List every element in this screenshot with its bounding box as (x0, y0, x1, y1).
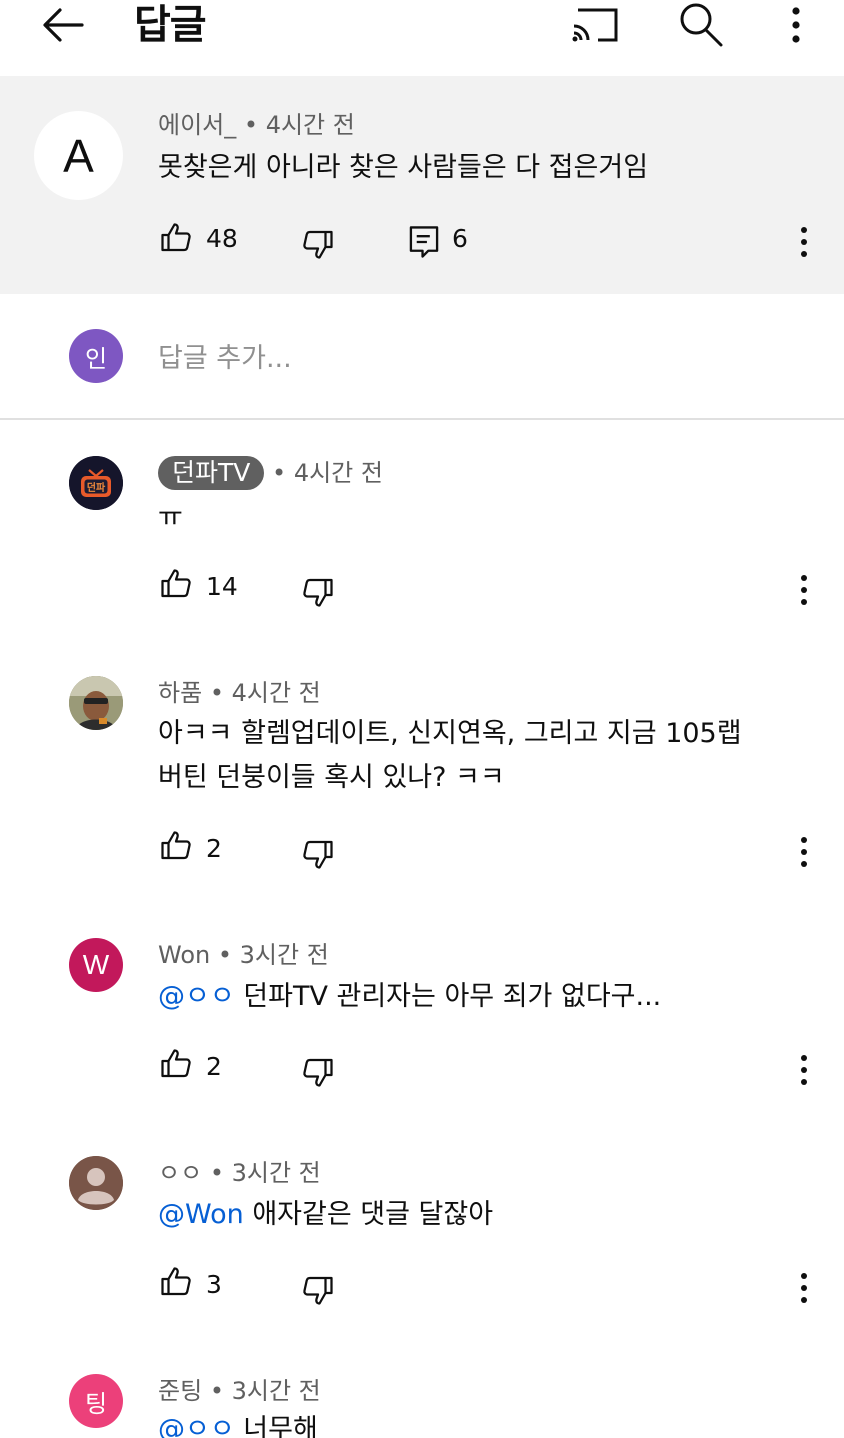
mention-link[interactable]: @Won (158, 1199, 244, 1230)
add-reply-bar: 인 (0, 294, 844, 420)
user-photo-icon (69, 676, 123, 730)
comment-text: @ㅇㅇ 너무해 (158, 1408, 318, 1438)
comment-author[interactable]: 준팅 (158, 1377, 202, 1405)
thumb-up-icon (161, 831, 191, 860)
comment-time: 4시간 전 (231, 679, 321, 707)
search-icon (680, 3, 723, 47)
more-vertical-icon (801, 227, 807, 257)
meta-separator: • (209, 1159, 224, 1187)
comment-time: 3시간 전 (239, 941, 329, 969)
comment-text-line: 아ㅋㅋ 할렘업데이트, 신지연옥, 그리고 지금 105랩 (158, 718, 742, 749)
parent-comment: A 에이서_ • 4시간 전 못찾은게 아니라 찾은 사람들은 다 접은거임 4… (0, 76, 844, 294)
like-button[interactable] (158, 1264, 194, 1304)
search-button[interactable] (676, 0, 728, 50)
comment-author[interactable]: Won (158, 941, 210, 969)
comment-author[interactable]: 에이서_ (158, 111, 236, 139)
default-user-icon (69, 1156, 123, 1210)
comment-action-menu[interactable] (790, 570, 818, 610)
comment-author[interactable]: ㅇㅇ (158, 1159, 202, 1187)
more-vertical-icon (792, 7, 800, 43)
meta-separator: • (209, 679, 224, 707)
dislike-button[interactable] (300, 1054, 336, 1094)
comment-meta: 준팅 • 3시간 전 (158, 1376, 321, 1406)
comment-time: 4시간 전 (293, 459, 383, 487)
comment-meta: Won • 3시간 전 (158, 940, 329, 970)
thumb-up-icon (161, 1049, 191, 1078)
more-options-button[interactable] (780, 2, 812, 48)
like-button[interactable] (158, 566, 194, 606)
comment-author[interactable]: 하품 (158, 679, 202, 707)
avatar[interactable]: W (69, 938, 123, 992)
comment-meta: ㅇㅇ • 3시간 전 (158, 1158, 321, 1188)
mention-link[interactable]: @ㅇㅇ (158, 1414, 235, 1438)
like-button[interactable] (158, 1046, 194, 1086)
arrow-left-icon (43, 8, 84, 42)
page-title: 답글 (134, 2, 207, 48)
more-vertical-icon (801, 1273, 807, 1303)
comment-action-menu[interactable] (790, 222, 818, 262)
reply-button[interactable] (408, 224, 440, 264)
comment-text-body: 너무해 (243, 1414, 318, 1438)
avatar[interactable]: A (34, 111, 123, 200)
avatar[interactable]: 팅 (69, 1374, 123, 1428)
comment-time: 3시간 전 (231, 1159, 321, 1187)
channel-logo-icon: 던파 (69, 456, 123, 510)
meta-separator: • (243, 111, 259, 139)
reply-count: 6 (452, 224, 468, 253)
comment-action-menu[interactable] (790, 1050, 818, 1090)
comment-text-body: 애자같은 댓글 달잖아 (252, 1199, 494, 1230)
like-count: 14 (206, 572, 238, 601)
cast-icon (572, 8, 618, 42)
meta-separator: • (272, 459, 287, 487)
avatar[interactable] (69, 1156, 123, 1210)
like-button[interactable] (158, 220, 194, 260)
like-button[interactable] (158, 828, 194, 868)
dislike-button[interactable] (300, 574, 336, 614)
like-count: 48 (206, 224, 238, 253)
thumb-down-icon (303, 840, 333, 869)
comment-meta: 하품 • 4시간 전 (158, 678, 321, 708)
comment-time: 4시간 전 (265, 111, 355, 139)
thumb-down-icon (303, 578, 333, 607)
comment-meta: 에이서_ • 4시간 전 (158, 110, 355, 140)
back-button[interactable] (38, 2, 88, 48)
thumb-up-icon (161, 1267, 191, 1296)
comment-action-menu[interactable] (790, 1268, 818, 1308)
comment-action-menu[interactable] (790, 832, 818, 872)
more-vertical-icon (801, 575, 807, 605)
thumb-up-icon (161, 569, 191, 598)
comment-text-body: 던파TV 관리자는 아무 죄가 없다구... (243, 981, 662, 1012)
avatar: 인 (69, 329, 123, 383)
meta-separator: • (217, 941, 233, 969)
like-count: 2 (206, 834, 222, 863)
channel-owner-badge[interactable]: 던파TV (158, 456, 265, 490)
comment-text-line: 버틴 던붕이들 혹시 있나? ㅋㅋ (158, 762, 505, 793)
cast-button[interactable] (568, 2, 624, 48)
comment-meta: 던파TV • 4시간 전 (158, 456, 383, 490)
thumb-up-icon (161, 223, 191, 252)
comment-text: 못찾은게 아니라 찾은 사람들은 다 접은거임 (158, 152, 649, 183)
comment-text: @Won 애자같은 댓글 달잖아 (158, 1193, 493, 1237)
comment-time: 3시간 전 (231, 1377, 321, 1405)
comment-text: ㅠ (158, 502, 183, 533)
svg-text:던파: 던파 (87, 481, 106, 494)
avatar[interactable]: 던파 (69, 456, 123, 510)
avatar[interactable] (69, 676, 123, 730)
comment-icon (409, 226, 439, 258)
meta-separator: • (209, 1377, 224, 1405)
reply-input[interactable] (158, 338, 758, 378)
like-count: 2 (206, 1052, 222, 1081)
thumb-down-icon (303, 1058, 333, 1087)
more-vertical-icon (801, 1055, 807, 1085)
thumb-down-icon (303, 1276, 333, 1305)
app-header: 답글 (0, 0, 844, 76)
comment-text: @ㅇㅇ 던파TV 관리자는 아무 죄가 없다구... (158, 975, 661, 1019)
more-vertical-icon (801, 837, 807, 867)
thumb-down-icon (303, 230, 333, 259)
dislike-button[interactable] (300, 1272, 336, 1312)
like-count: 3 (206, 1270, 222, 1299)
mention-link[interactable]: @ㅇㅇ (158, 981, 235, 1012)
dislike-button[interactable] (300, 226, 336, 266)
dislike-button[interactable] (300, 836, 336, 876)
